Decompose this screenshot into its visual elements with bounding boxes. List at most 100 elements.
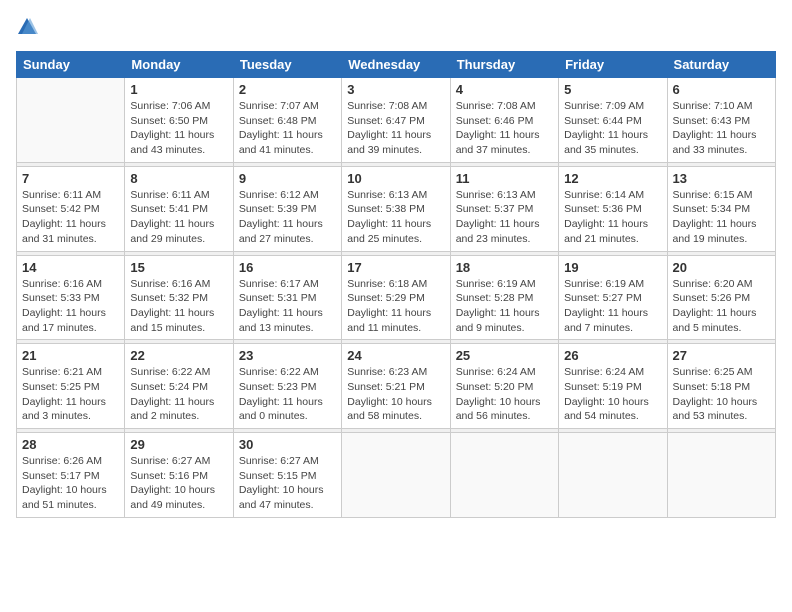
day-number: 18 [456,260,553,275]
day-number: 14 [22,260,119,275]
day-number: 22 [130,348,227,363]
day-info: Sunrise: 6:18 AMSunset: 5:29 PMDaylight:… [347,277,444,336]
day-number: 25 [456,348,553,363]
calendar-week-row: 21 Sunrise: 6:21 AMSunset: 5:25 PMDayligh… [17,344,776,429]
day-info: Sunrise: 7:06 AMSunset: 6:50 PMDaylight:… [130,99,227,158]
day-info: Sunrise: 7:08 AMSunset: 6:46 PMDaylight:… [456,99,553,158]
day-number: 3 [347,82,444,97]
day-info: Sunrise: 6:27 AMSunset: 5:16 PMDaylight:… [130,454,227,513]
calendar-cell: 12 Sunrise: 6:14 AMSunset: 5:36 PMDayligh… [559,166,667,251]
calendar-week-row: 28Sunrise: 6:26 AMSunset: 5:17 PMDayligh… [17,433,776,518]
calendar-cell: 19Sunrise: 6:19 AMSunset: 5:27 PMDayligh… [559,255,667,340]
calendar-week-row: 14 Sunrise: 6:16 AMSunset: 5:33 PMDayligh… [17,255,776,340]
day-header-sunday: Sunday [17,52,125,78]
calendar-cell: 3 Sunrise: 7:08 AMSunset: 6:47 PMDaylight… [342,78,450,163]
day-info: Sunrise: 7:10 AMSunset: 6:43 PMDaylight:… [673,99,770,158]
day-info: Sunrise: 7:09 AMSunset: 6:44 PMDaylight:… [564,99,661,158]
day-number: 29 [130,437,227,452]
day-number: 11 [456,171,553,186]
day-number: 9 [239,171,336,186]
day-number: 27 [673,348,770,363]
day-info: Sunrise: 6:24 AMSunset: 5:20 PMDaylight:… [456,365,553,424]
day-number: 26 [564,348,661,363]
calendar-cell: 8Sunrise: 6:11 AMSunset: 5:41 PMDaylight… [125,166,233,251]
day-info: Sunrise: 6:26 AMSunset: 5:17 PMDaylight:… [22,454,119,513]
calendar-cell: 6 Sunrise: 7:10 AMSunset: 6:43 PMDaylight… [667,78,775,163]
day-info: Sunrise: 6:21 AMSunset: 5:25 PMDaylight:… [22,365,119,424]
day-header-tuesday: Tuesday [233,52,341,78]
calendar-cell [667,433,775,518]
calendar-cell: 29 Sunrise: 6:27 AMSunset: 5:16 PMDayligh… [125,433,233,518]
day-number: 19 [564,260,661,275]
day-info: Sunrise: 6:15 AMSunset: 5:34 PMDaylight:… [673,188,770,247]
day-info: Sunrise: 6:12 AMSunset: 5:39 PMDaylight:… [239,188,336,247]
day-number: 5 [564,82,661,97]
day-info: Sunrise: 6:17 AMSunset: 5:31 PMDaylight:… [239,277,336,336]
calendar-cell: 4 Sunrise: 7:08 AMSunset: 6:46 PMDaylight… [450,78,558,163]
day-info: Sunrise: 6:25 AMSunset: 5:18 PMDaylight:… [673,365,770,424]
day-info: Sunrise: 6:13 AMSunset: 5:38 PMDaylight:… [347,188,444,247]
day-info: Sunrise: 6:19 AMSunset: 5:28 PMDaylight:… [456,277,553,336]
day-number: 24 [347,348,444,363]
day-info: Sunrise: 6:13 AMSunset: 5:37 PMDaylight:… [456,188,553,247]
calendar-cell: 17 Sunrise: 6:18 AMSunset: 5:29 PMDayligh… [342,255,450,340]
day-number: 12 [564,171,661,186]
day-info: Sunrise: 6:24 AMSunset: 5:19 PMDaylight:… [564,365,661,424]
day-header-monday: Monday [125,52,233,78]
calendar-cell: 7 Sunrise: 6:11 AMSunset: 5:42 PMDaylight… [17,166,125,251]
calendar-cell: 16Sunrise: 6:17 AMSunset: 5:31 PMDayligh… [233,255,341,340]
calendar-cell: 23 Sunrise: 6:22 AMSunset: 5:23 PMDayligh… [233,344,341,429]
day-info: Sunrise: 7:07 AMSunset: 6:48 PMDaylight:… [239,99,336,158]
day-info: Sunrise: 7:08 AMSunset: 6:47 PMDaylight:… [347,99,444,158]
day-info: Sunrise: 6:14 AMSunset: 5:36 PMDaylight:… [564,188,661,247]
calendar-cell: 22 Sunrise: 6:22 AMSunset: 5:24 PMDayligh… [125,344,233,429]
calendar-cell: 21 Sunrise: 6:21 AMSunset: 5:25 PMDayligh… [17,344,125,429]
calendar-cell: 9 Sunrise: 6:12 AMSunset: 5:39 PMDaylight… [233,166,341,251]
calendar-cell: 30Sunrise: 6:27 AMSunset: 5:15 PMDayligh… [233,433,341,518]
day-number: 4 [456,82,553,97]
calendar-cell: 15 Sunrise: 6:16 AMSunset: 5:32 PMDayligh… [125,255,233,340]
day-info: Sunrise: 6:11 AMSunset: 5:42 PMDaylight:… [22,188,119,247]
calendar-cell [342,433,450,518]
day-number: 17 [347,260,444,275]
day-number: 2 [239,82,336,97]
calendar-cell: 14 Sunrise: 6:16 AMSunset: 5:33 PMDayligh… [17,255,125,340]
day-number: 20 [673,260,770,275]
day-info: Sunrise: 6:16 AMSunset: 5:32 PMDaylight:… [130,277,227,336]
day-info: Sunrise: 6:11 AMSunset: 5:41 PMDaylight:… [130,188,227,247]
page-header [16,16,776,43]
day-info: Sunrise: 6:16 AMSunset: 5:33 PMDaylight:… [22,277,119,336]
day-header-thursday: Thursday [450,52,558,78]
calendar-week-row: 1 Sunrise: 7:06 AMSunset: 6:50 PMDaylight… [17,78,776,163]
calendar-cell: 1 Sunrise: 7:06 AMSunset: 6:50 PMDaylight… [125,78,233,163]
day-number: 10 [347,171,444,186]
day-header-wednesday: Wednesday [342,52,450,78]
calendar-cell: 25 Sunrise: 6:24 AMSunset: 5:20 PMDayligh… [450,344,558,429]
calendar-cell: 10 Sunrise: 6:13 AMSunset: 5:38 PMDayligh… [342,166,450,251]
day-info: Sunrise: 6:22 AMSunset: 5:24 PMDaylight:… [130,365,227,424]
day-number: 7 [22,171,119,186]
day-number: 30 [239,437,336,452]
day-info: Sunrise: 6:22 AMSunset: 5:23 PMDaylight:… [239,365,336,424]
logo-icon [16,16,38,43]
day-number: 1 [130,82,227,97]
calendar-cell: 24Sunrise: 6:23 AMSunset: 5:21 PMDayligh… [342,344,450,429]
calendar-header-row: SundayMondayTuesdayWednesdayThursdayFrid… [17,52,776,78]
calendar-cell: 28Sunrise: 6:26 AMSunset: 5:17 PMDayligh… [17,433,125,518]
day-number: 15 [130,260,227,275]
day-number: 6 [673,82,770,97]
calendar-cell: 26 Sunrise: 6:24 AMSunset: 5:19 PMDayligh… [559,344,667,429]
day-number: 23 [239,348,336,363]
calendar-cell: 13 Sunrise: 6:15 AMSunset: 5:34 PMDayligh… [667,166,775,251]
calendar-cell [559,433,667,518]
day-number: 13 [673,171,770,186]
calendar-cell: 11 Sunrise: 6:13 AMSunset: 5:37 PMDayligh… [450,166,558,251]
day-number: 21 [22,348,119,363]
calendar-cell: 18 Sunrise: 6:19 AMSunset: 5:28 PMDayligh… [450,255,558,340]
calendar-cell: 27 Sunrise: 6:25 AMSunset: 5:18 PMDayligh… [667,344,775,429]
day-header-friday: Friday [559,52,667,78]
calendar-cell: 5 Sunrise: 7:09 AMSunset: 6:44 PMDaylight… [559,78,667,163]
day-info: Sunrise: 6:20 AMSunset: 5:26 PMDaylight:… [673,277,770,336]
calendar-cell [450,433,558,518]
calendar-cell [17,78,125,163]
